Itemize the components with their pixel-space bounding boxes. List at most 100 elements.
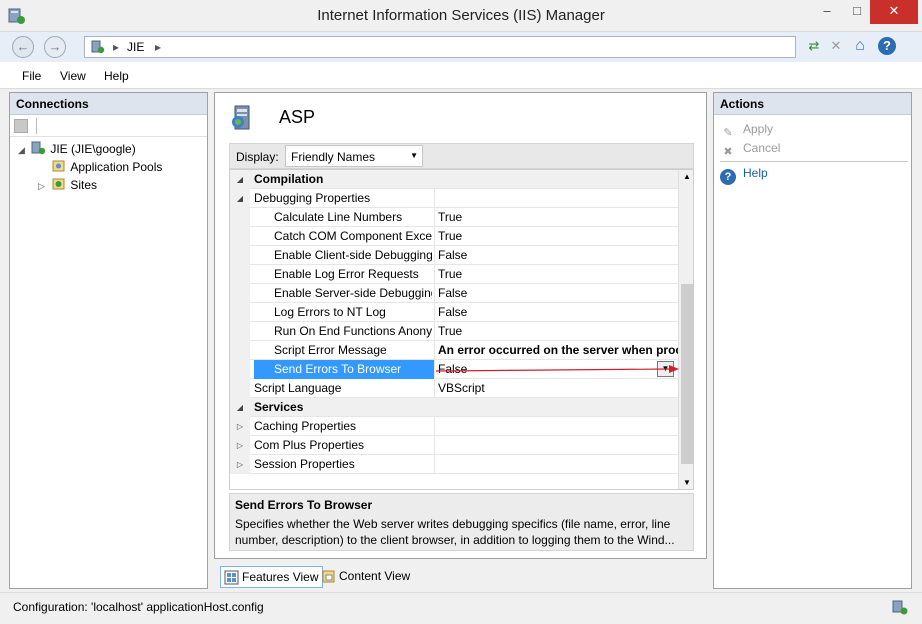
- property-row[interactable]: ▷ Com Plus Properties: [230, 436, 678, 455]
- feature-title: ASP: [279, 107, 316, 127]
- property-row[interactable]: Run On End Functions Anony True: [230, 322, 678, 341]
- breadcrumb-separator: ▸: [113, 40, 120, 54]
- property-row[interactable]: ▷ Caching Properties: [230, 417, 678, 436]
- property-name: Caching Properties: [254, 419, 357, 433]
- apply-label: Apply: [743, 122, 774, 136]
- property-name: Debugging Properties: [254, 191, 371, 205]
- description-title: Send Errors To Browser: [235, 498, 373, 512]
- tree-node-server[interactable]: ◢ JIE (JIE\google): [18, 141, 136, 156]
- property-value: [434, 455, 678, 474]
- property-category[interactable]: ◢ Compilation: [230, 170, 678, 189]
- tree-node-application-pools[interactable]: Application Pools: [38, 159, 162, 174]
- property-name: Compilation: [254, 172, 324, 186]
- property-value-text: True: [438, 210, 463, 224]
- menu-help[interactable]: Help: [104, 69, 129, 83]
- feature-panel: ASP Display: Friendly Names ▼ ◢ Compilati…: [214, 92, 707, 559]
- expand-icon[interactable]: ▷: [230, 417, 250, 436]
- address-field[interactable]: ▸ JIE ▸: [84, 36, 796, 58]
- row-gutter: [230, 303, 250, 322]
- description-body: Specifies whether the Web server writes …: [235, 517, 675, 547]
- breadcrumb-item-jie[interactable]: JIE: [127, 40, 144, 54]
- scroll-down-icon[interactable]: ▼: [679, 478, 693, 487]
- minimize-button[interactable]: –: [812, 0, 842, 24]
- property-row[interactable]: Calculate Line Numbers True: [230, 208, 678, 227]
- property-value: [434, 189, 678, 208]
- property-value: VBScript: [434, 379, 678, 398]
- property-value-text: An error occurred on the server when pro…: [438, 343, 678, 357]
- row-gutter: [230, 360, 250, 379]
- help-icon[interactable]: ?: [878, 37, 896, 55]
- help-action[interactable]: ? Help: [720, 166, 768, 185]
- property-name: Calculate Line Numbers: [274, 210, 403, 224]
- property-row[interactable]: ◢ Debugging Properties: [230, 189, 678, 208]
- collapse-icon[interactable]: ◢: [230, 170, 250, 189]
- collapse-icon[interactable]: ◢: [230, 398, 250, 417]
- property-name: Run On End Functions Anony: [274, 324, 432, 338]
- property-value: True: [434, 208, 678, 227]
- property-row[interactable]: Script Language VBScript: [230, 379, 678, 398]
- property-category[interactable]: ◢ Services: [230, 398, 678, 417]
- property-value-text: False: [438, 248, 468, 262]
- property-name: Send Errors To Browser: [254, 360, 434, 379]
- tab-features-view[interactable]: Features View: [220, 566, 324, 588]
- connections-panel: Connections ◢ JIE (JIE\google) Applicati…: [9, 92, 208, 589]
- tab-label: Content View: [339, 569, 411, 583]
- property-row[interactable]: Enable Server-side Debugging False: [230, 284, 678, 303]
- expand-icon[interactable]: ▷: [38, 181, 48, 192]
- property-row[interactable]: Log Errors to NT Log False: [230, 303, 678, 322]
- tab-label: Features View: [242, 570, 319, 584]
- features-view-icon: [224, 570, 239, 585]
- property-value: [434, 417, 678, 436]
- tab-content-view[interactable]: Content View: [318, 566, 414, 588]
- tree-node-label: Sites: [70, 178, 98, 192]
- maximize-button[interactable]: □: [842, 0, 872, 24]
- property-row[interactable]: Catch COM Component Exce True: [230, 227, 678, 246]
- property-row[interactable]: Enable Log Error Requests True: [230, 265, 678, 284]
- row-gutter: [230, 341, 250, 360]
- scroll-up-icon[interactable]: ▲: [679, 172, 693, 181]
- row-gutter: [230, 322, 250, 341]
- forward-button[interactable]: →: [44, 36, 66, 58]
- create-connection-icon[interactable]: [14, 119, 28, 133]
- collapse-icon[interactable]: ◢: [18, 145, 28, 156]
- stop-icon[interactable]: ✕: [826, 36, 846, 56]
- property-value-text: False: [438, 286, 468, 300]
- property-row[interactable]: Enable Client-side Debugging False: [230, 246, 678, 265]
- close-button[interactable]: ✕: [870, 0, 918, 24]
- refresh-icon[interactable]: ⇄: [804, 36, 824, 56]
- property-row[interactable]: ▷ Session Properties: [230, 455, 678, 474]
- home-icon[interactable]: ⌂: [850, 36, 870, 56]
- property-name: Script Language: [254, 381, 342, 395]
- display-bar: Display: Friendly Names ▼: [229, 143, 694, 169]
- cancel-action[interactable]: ✖ Cancel: [720, 141, 780, 161]
- help-label: Help: [743, 166, 768, 180]
- property-name: Script Error Message: [274, 343, 387, 357]
- property-name: Catch COM Component Exce: [274, 229, 432, 243]
- content-view-icon: [322, 570, 335, 583]
- asp-feature-icon: [232, 105, 250, 130]
- status-text: Configuration: 'localhost' applicationHo…: [13, 600, 264, 614]
- menu-file[interactable]: File: [22, 69, 41, 83]
- tree-node-sites[interactable]: ▷ Sites: [38, 177, 97, 192]
- display-select[interactable]: Friendly Names ▼: [285, 145, 423, 167]
- back-button[interactable]: ←: [12, 36, 34, 58]
- property-value: An error occurred on the server when pro…: [434, 341, 678, 360]
- expand-icon[interactable]: ▷: [230, 455, 250, 474]
- property-value: False: [434, 284, 678, 303]
- sites-icon: [52, 178, 65, 190]
- cancel-icon: ✖: [723, 146, 733, 158]
- property-value-text: True: [438, 324, 463, 338]
- property-row[interactable]: Script Error Message An error occurred on…: [230, 341, 678, 360]
- property-name: Log Errors to NT Log: [274, 305, 386, 319]
- property-grid-scrollbar[interactable]: ▲ ▼: [678, 170, 693, 489]
- collapse-icon[interactable]: ◢: [230, 189, 250, 208]
- annotation-arrow: [436, 365, 679, 373]
- scroll-thumb[interactable]: [681, 284, 693, 464]
- actions-header: Actions: [714, 93, 911, 115]
- menu-view[interactable]: View: [60, 69, 86, 83]
- expand-icon[interactable]: ▷: [230, 436, 250, 455]
- row-gutter: [230, 265, 250, 284]
- server-icon: [91, 40, 105, 54]
- row-gutter: [230, 227, 250, 246]
- apply-action[interactable]: ✎ Apply: [720, 122, 773, 142]
